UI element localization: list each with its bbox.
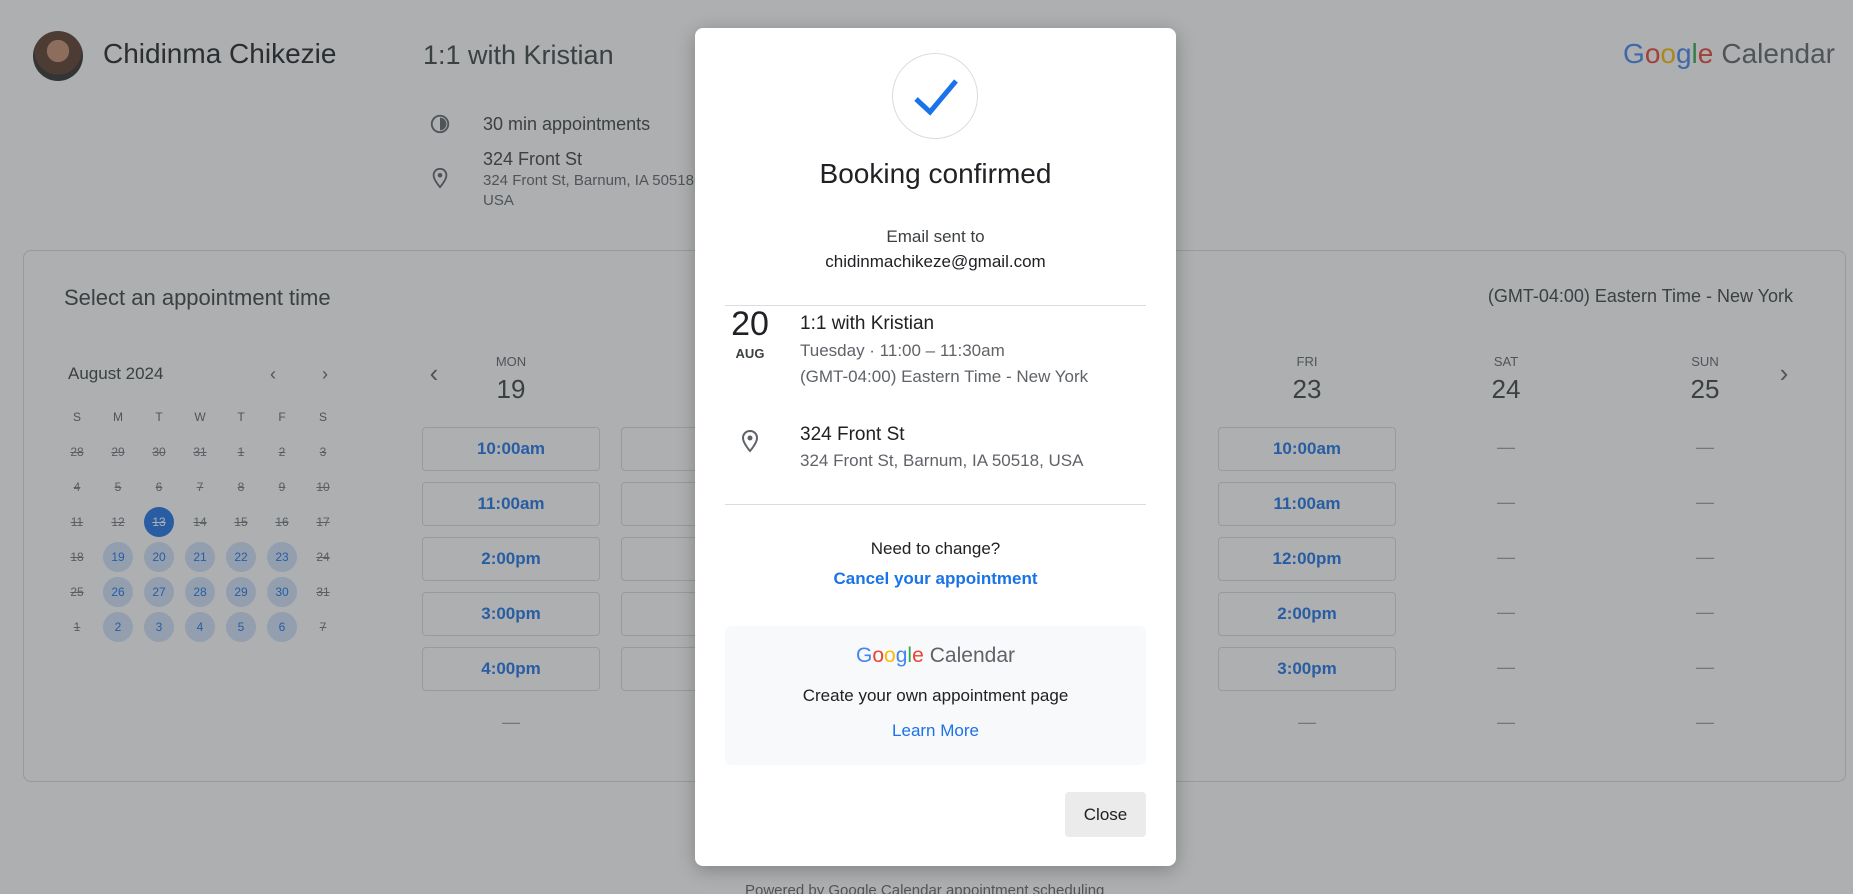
divider xyxy=(725,305,1146,306)
success-badge xyxy=(892,53,978,139)
date-day: 20 xyxy=(731,305,769,343)
confirmed-event-time: Tuesday · 11:00 – 11:30am xyxy=(800,341,1005,360)
date-month: AUG xyxy=(735,346,765,361)
change-prompt: Need to change? xyxy=(870,539,1001,558)
booking-confirmed-dialog: Booking confirmed Email sent to chidinma… xyxy=(695,28,1176,866)
location-pin-icon xyxy=(741,429,759,453)
close-button[interactable]: Close xyxy=(1065,792,1146,837)
cancel-appointment-link[interactable]: Cancel your appointment xyxy=(695,569,1176,589)
email-address: chidinmachikeze@gmail.com xyxy=(825,252,1046,271)
confirmed-event-timezone: (GMT-04:00) Eastern Time - New York xyxy=(800,367,1089,386)
checkmark-icon xyxy=(914,79,958,116)
email-sent-label: Email sent to xyxy=(886,227,985,246)
learn-more-link[interactable]: Learn More xyxy=(725,721,1146,741)
google-calendar-logo: Google Calendar xyxy=(856,644,1015,667)
confirmed-location-name: 324 Front St xyxy=(800,424,905,445)
promo-text: Create your own appointment page xyxy=(802,686,1069,705)
confirmed-event-title: 1:1 with Kristian xyxy=(800,313,935,334)
confirmed-location-address: 324 Front St, Barnum, IA 50518, USA xyxy=(800,451,1084,470)
dialog-title: Booking confirmed xyxy=(819,158,1052,189)
divider xyxy=(725,504,1146,505)
promo-card: Google Calendar Create your own appointme… xyxy=(725,626,1146,765)
